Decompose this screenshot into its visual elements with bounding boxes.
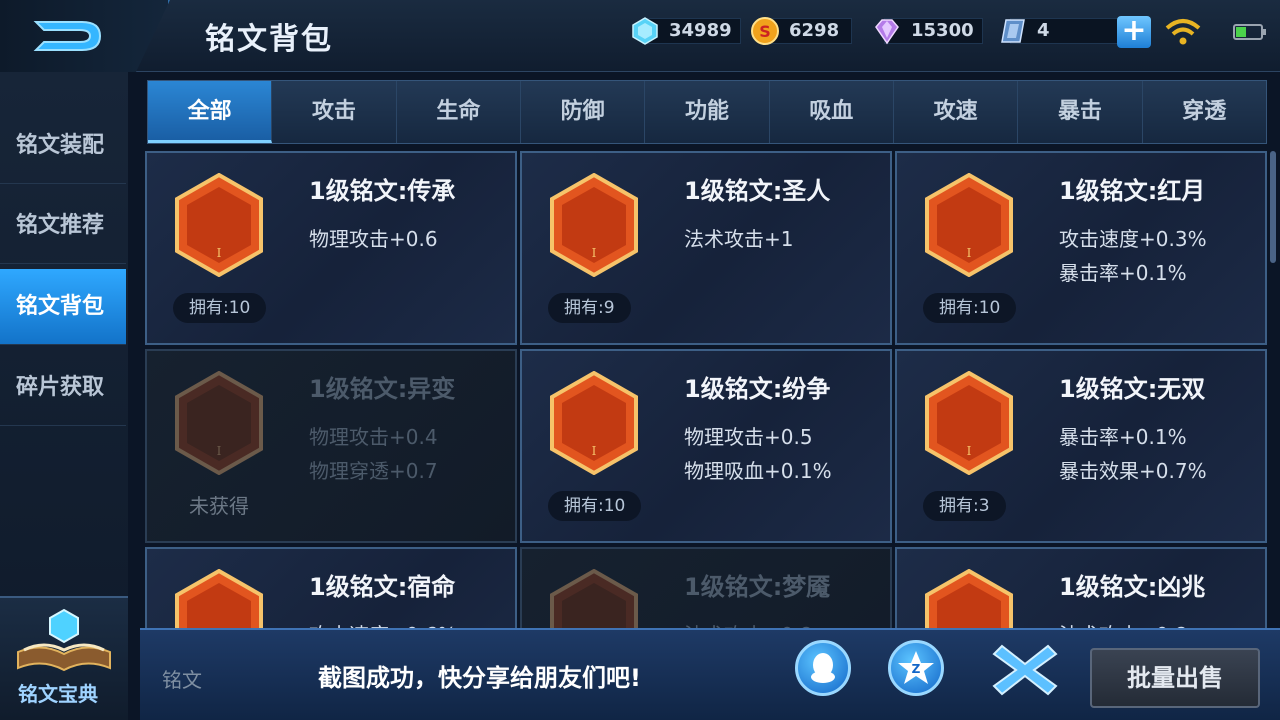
inscription-attr: 物理攻击+0.4 bbox=[309, 425, 438, 449]
svg-text:Z: Z bbox=[912, 662, 921, 676]
book-icon bbox=[17, 608, 111, 672]
svg-text:S: S bbox=[759, 22, 771, 41]
tab-utility[interactable]: 功能 bbox=[645, 81, 770, 143]
tab-attack[interactable]: 攻击 bbox=[272, 81, 397, 143]
svg-text:I: I bbox=[217, 246, 222, 260]
inscription-icon: I bbox=[175, 173, 263, 277]
inscription-card[interactable]: 1级铭文:宿命 攻击速度+0.6% bbox=[145, 547, 517, 631]
qq-share-button[interactable] bbox=[795, 640, 851, 696]
inscription-icon: I bbox=[925, 371, 1013, 475]
top-bar: 铭文背包 34989 S 6298 15300 4 + bbox=[0, 0, 1280, 72]
sidebar-item-recommend[interactable]: 铭文推荐 bbox=[0, 188, 126, 264]
inscription-attr: 暴击率+0.1% bbox=[1059, 261, 1187, 285]
coupon-counter: 4 bbox=[998, 16, 1120, 46]
sidebar-item-fragments[interactable]: 碎片获取 bbox=[0, 350, 126, 426]
inscription-title: 1级铭文:纷争 bbox=[684, 375, 831, 403]
svg-text:I: I bbox=[967, 444, 972, 458]
inscription-icon: I bbox=[550, 173, 638, 277]
qzone-icon: Z bbox=[898, 651, 934, 684]
inscription-title: 1级铭文:传承 bbox=[309, 177, 456, 205]
tab-crit[interactable]: 暴击 bbox=[1018, 81, 1143, 143]
inscription-attr: 攻击速度+0.3% bbox=[1059, 227, 1207, 251]
inscription-grid: I 1级铭文:传承 物理攻击+0.6 拥有:10 I 1级铭文:圣人 法术攻击+… bbox=[145, 151, 1268, 631]
inscription-title: 1级铭文:梦魇 bbox=[684, 573, 831, 601]
scrollbar[interactable] bbox=[1270, 151, 1276, 263]
sidebar-item-equip[interactable]: 铭文装配 bbox=[0, 108, 126, 184]
add-currency-button[interactable]: + bbox=[1117, 16, 1151, 48]
inscription-attr: 物理吸血+0.1% bbox=[684, 459, 832, 483]
owned-count: 拥有:10 bbox=[173, 293, 267, 323]
owned-count: 拥有:9 bbox=[548, 293, 631, 323]
wifi-icon bbox=[1165, 19, 1201, 45]
svg-text:I: I bbox=[592, 444, 597, 458]
inscription-card[interactable]: 1级铭文:梦魇 法术攻击+0.8 bbox=[520, 547, 892, 631]
tab-defense[interactable]: 防御 bbox=[521, 81, 646, 143]
inscription-codex-button[interactable]: 铭文宝典 bbox=[0, 596, 128, 720]
tab-penetration[interactable]: 穿透 bbox=[1143, 81, 1266, 143]
inscription-card[interactable]: I 1级铭文:纷争 物理攻击+0.5 物理吸血+0.1% 拥有:10 bbox=[520, 349, 892, 543]
inscription-attr: 法术攻击+1 bbox=[684, 227, 794, 251]
gold-coin-icon: S bbox=[751, 17, 779, 45]
inscription-icon bbox=[925, 569, 1013, 631]
inscription-card[interactable]: 1级铭文:凶兆 法术攻击+0.8 bbox=[895, 547, 1267, 631]
inscription-attr: 物理攻击+0.5 bbox=[684, 425, 813, 449]
page-title: 铭文背包 bbox=[205, 22, 333, 57]
sidebar-item-bag[interactable]: 铭文背包 bbox=[0, 269, 126, 345]
tab-all[interactable]: 全部 bbox=[148, 81, 273, 143]
not-owned-label: 未获得 bbox=[189, 494, 249, 518]
svg-text:I: I bbox=[592, 246, 597, 260]
diamond-icon bbox=[632, 17, 658, 45]
owned-count: 拥有:10 bbox=[548, 491, 642, 521]
inscription-card[interactable]: I 1级铭文:圣人 法术攻击+1 拥有:9 bbox=[520, 151, 892, 345]
back-arrow-icon bbox=[33, 21, 102, 51]
inscription-title: 1级铭文:异变 bbox=[309, 375, 456, 403]
qq-icon bbox=[811, 653, 835, 683]
battery-icon bbox=[1233, 24, 1266, 40]
svg-text:I: I bbox=[967, 246, 972, 260]
category-tabs: 全部 攻击 生命 防御 功能 吸血 攻速 暴击 穿透 bbox=[147, 80, 1267, 144]
inscription-icon bbox=[550, 569, 638, 631]
share-message: 截图成功，快分享给朋友们吧! bbox=[318, 664, 641, 692]
inscription-card[interactable]: I 1级铭文:红月 攻击速度+0.3% 暴击率+0.1% 拥有:10 bbox=[895, 151, 1267, 345]
owned-count: 拥有:10 bbox=[923, 293, 1017, 323]
inscription-title: 1级铭文:圣人 bbox=[684, 177, 831, 205]
inscription-attr: 物理攻击+0.6 bbox=[309, 227, 438, 251]
inscription-card[interactable]: I 1级铭文:传承 物理攻击+0.6 拥有:10 bbox=[145, 151, 517, 345]
tab-attack-speed[interactable]: 攻速 bbox=[894, 81, 1019, 143]
qzone-share-button[interactable]: Z bbox=[888, 640, 944, 696]
close-share-icon[interactable] bbox=[990, 640, 1060, 700]
inscription-title: 1级铭文:凶兆 bbox=[1059, 573, 1206, 601]
inscription-title: 1级铭文:无双 bbox=[1059, 375, 1206, 403]
purple-gem-icon bbox=[875, 19, 899, 45]
inscription-attr: 暴击效果+0.7% bbox=[1059, 459, 1207, 483]
inscription-attr: 暴击率+0.1% bbox=[1059, 425, 1187, 449]
svg-text:I: I bbox=[217, 444, 222, 458]
inscription-card[interactable]: I 1级铭文:异变 物理攻击+0.4 物理穿透+0.7 未获得 bbox=[145, 349, 517, 543]
inscription-icon: I bbox=[175, 371, 263, 475]
inscription-icon: I bbox=[550, 371, 638, 475]
gem-counter: 15300 bbox=[872, 16, 983, 46]
inscription-title: 1级铭文:红月 bbox=[1059, 177, 1206, 205]
crystal-card-icon bbox=[1001, 19, 1025, 43]
tab-health[interactable]: 生命 bbox=[397, 81, 521, 143]
inscription-title: 1级铭文:宿命 bbox=[309, 573, 456, 601]
inscription-icon bbox=[175, 569, 263, 631]
back-button[interactable] bbox=[0, 0, 170, 72]
gold-counter: S 6298 bbox=[750, 16, 852, 46]
inscription-icon: I bbox=[925, 173, 1013, 277]
tab-lifesteal[interactable]: 吸血 bbox=[770, 81, 894, 143]
partial-label: 铭文 bbox=[162, 668, 202, 692]
inscription-attr: 物理穿透+0.7 bbox=[309, 459, 438, 483]
batch-sell-button[interactable]: 批量出售 bbox=[1090, 648, 1260, 708]
owned-count: 拥有:3 bbox=[923, 491, 1006, 521]
diamond-counter: 34989 bbox=[630, 16, 741, 46]
inscription-card[interactable]: I 1级铭文:无双 暴击率+0.1% 暴击效果+0.7% 拥有:3 bbox=[895, 349, 1267, 543]
codex-label: 铭文宝典 bbox=[18, 682, 98, 706]
